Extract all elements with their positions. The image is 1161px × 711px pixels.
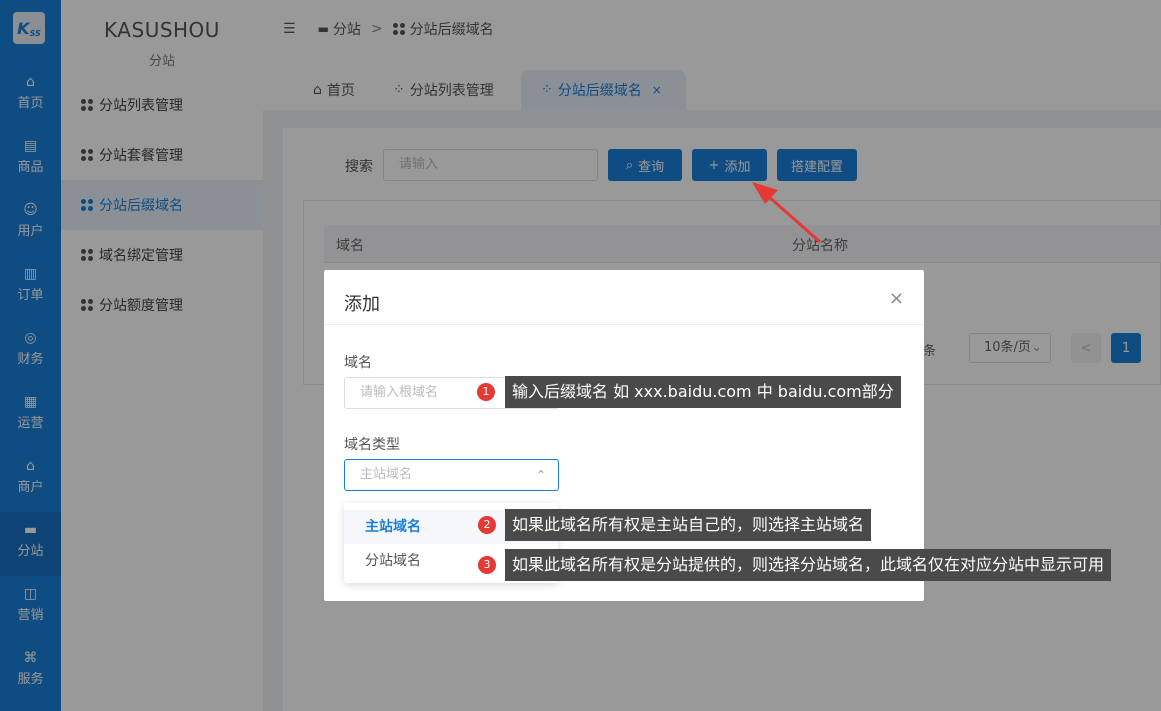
pointer-arrow-icon (752, 182, 821, 244)
